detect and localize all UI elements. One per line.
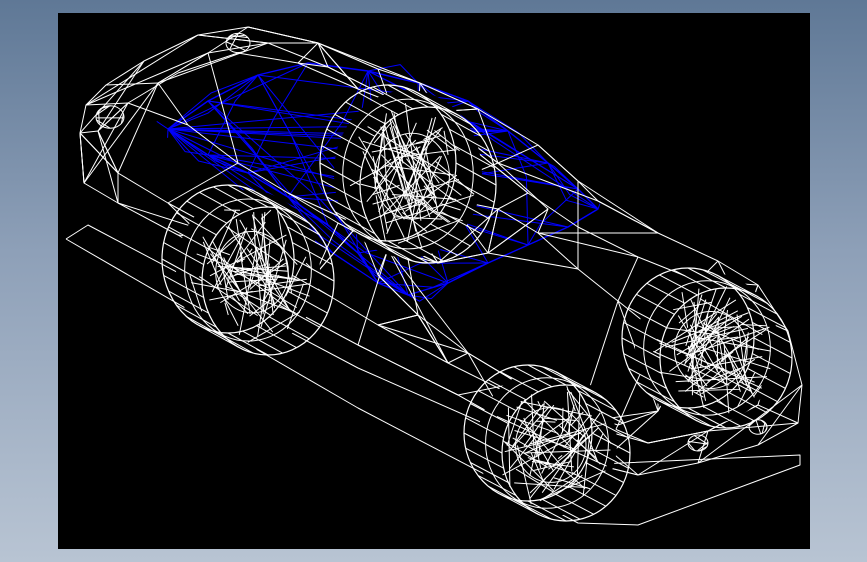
body-mesh-edge (487, 252, 579, 270)
cabin-mesh-line (597, 203, 601, 210)
cabin-mesh-line (167, 62, 309, 130)
body-mesh-edge (447, 352, 469, 364)
body-mesh-edge (537, 144, 579, 182)
wheel-backdrop (334, 90, 482, 258)
body-mesh-edge (79, 132, 85, 184)
wheel-backdrop (477, 369, 617, 517)
body-mesh-edge (617, 256, 639, 302)
body-mesh-edge (83, 102, 129, 184)
body-mesh-edge (387, 248, 449, 364)
body-mesh-edge (83, 82, 159, 184)
wheel-backdrop (635, 272, 779, 424)
body-mesh-edge (97, 60, 145, 132)
front-right-wheel (621, 267, 793, 429)
lamp-mesh-edge (765, 428, 768, 431)
rear-right-wheel (319, 84, 497, 264)
cabin-mesh-line (167, 128, 249, 174)
body-mesh-edge (79, 130, 99, 134)
cabin-mesh-line (156, 121, 169, 130)
body-mesh-edge (437, 252, 489, 264)
body-mesh-edge (377, 324, 469, 354)
body-mesh-edge (597, 200, 659, 234)
wheels-group (161, 84, 793, 522)
body-mesh-edge (105, 82, 159, 86)
car-wireframe-model (65, 26, 803, 526)
body-mesh-edge (497, 192, 529, 210)
cad-viewport[interactable] (58, 13, 810, 549)
body-mesh-edge (297, 42, 319, 64)
body-mesh-edge (377, 314, 419, 326)
body-mesh-edge (79, 132, 119, 174)
body-mesh-edge (247, 26, 319, 44)
body-mesh-edge (537, 232, 639, 258)
body-mesh-edge (497, 162, 599, 202)
body-mesh-edge (79, 60, 145, 134)
